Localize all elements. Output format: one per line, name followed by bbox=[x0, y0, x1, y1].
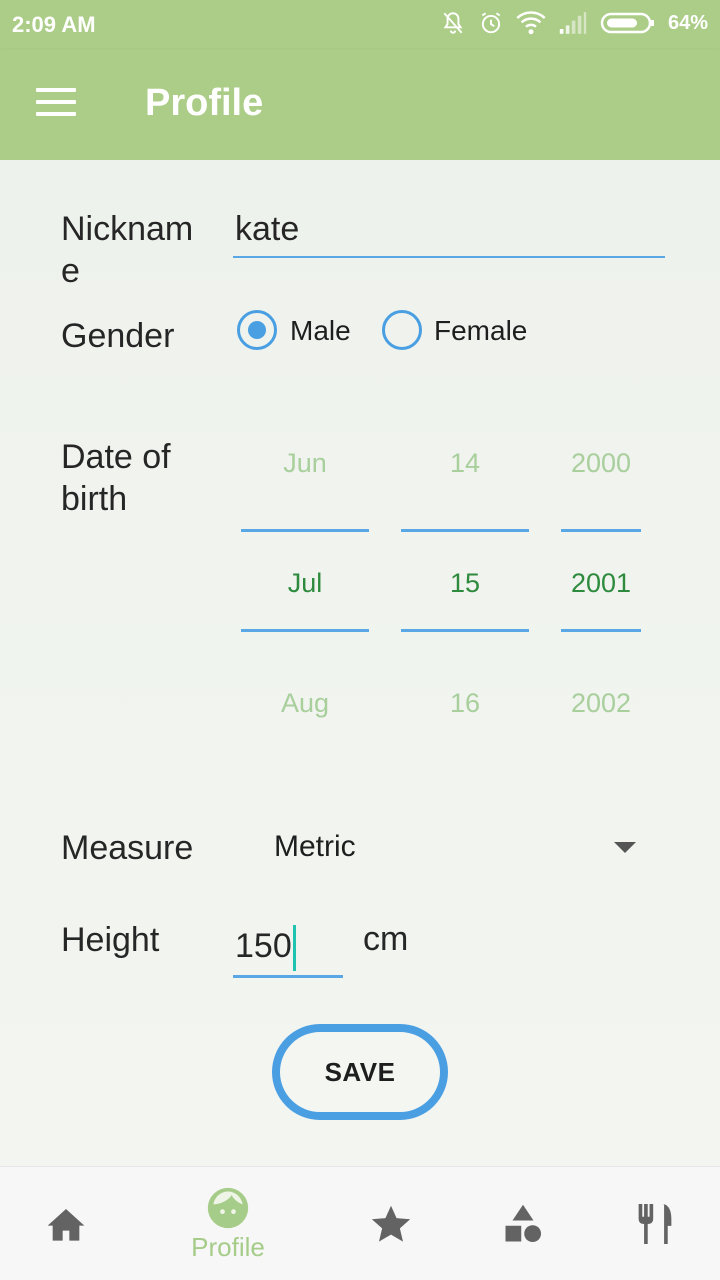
day-divider-top bbox=[401, 529, 529, 532]
measure-dropdown[interactable]: Metric bbox=[274, 830, 356, 864]
gender-male-label[interactable]: Male bbox=[290, 315, 351, 347]
day-selected[interactable]: 15 bbox=[401, 568, 529, 599]
save-button[interactable]: SAVE bbox=[272, 1024, 448, 1120]
day-picker[interactable]: 14 15 16 bbox=[401, 430, 529, 720]
fork-knife-icon bbox=[638, 1204, 672, 1244]
menu-icon[interactable] bbox=[36, 88, 76, 120]
gender-female-label[interactable]: Female bbox=[434, 315, 527, 347]
year-prev[interactable]: 2000 bbox=[561, 448, 641, 479]
gender-female-radio[interactable] bbox=[382, 310, 422, 350]
app-bar: Profile bbox=[0, 50, 720, 160]
dob-label: Date of birth bbox=[61, 438, 171, 518]
profile-form: Nicknam e kate Gender Male Female Date o… bbox=[0, 160, 720, 1166]
bottom-navigation: Profile bbox=[0, 1166, 720, 1280]
status-time: 2:09 AM bbox=[12, 12, 96, 37]
battery-icon bbox=[600, 12, 654, 34]
star-icon bbox=[371, 1205, 411, 1242]
height-unit: cm bbox=[363, 920, 409, 958]
status-bar: 2:09 AM 64% bbox=[0, 0, 720, 50]
height-field[interactable]: 150 bbox=[233, 916, 343, 978]
month-picker[interactable]: Jun Jul Aug bbox=[241, 430, 369, 720]
signal-icon bbox=[559, 12, 587, 34]
dropdown-arrow-icon[interactable] bbox=[614, 842, 636, 853]
page-title: Profile bbox=[145, 82, 264, 124]
nav-profile-label: Profile bbox=[191, 1231, 265, 1262]
gender-male-radio[interactable] bbox=[237, 310, 277, 350]
month-selected[interactable]: Jul bbox=[241, 568, 369, 599]
day-next[interactable]: 16 bbox=[401, 688, 529, 719]
text-cursor bbox=[292, 925, 296, 972]
year-picker[interactable]: 2000 2001 2002 bbox=[561, 430, 641, 720]
year-next[interactable]: 2002 bbox=[561, 688, 641, 719]
month-divider-top bbox=[241, 529, 369, 532]
year-divider-top bbox=[561, 529, 641, 532]
nickname-label: Nicknam e bbox=[61, 210, 194, 290]
measure-label: Measure bbox=[61, 829, 194, 867]
year-selected[interactable]: 2001 bbox=[561, 568, 641, 599]
profile-face-icon bbox=[207, 1187, 249, 1228]
nav-categories[interactable] bbox=[478, 1167, 568, 1280]
nav-favorites[interactable] bbox=[346, 1167, 436, 1280]
height-label: Height bbox=[61, 921, 160, 959]
alarm-icon bbox=[481, 12, 501, 34]
day-prev[interactable]: 14 bbox=[401, 448, 529, 479]
day-divider-bottom bbox=[401, 629, 529, 632]
month-next[interactable]: Aug bbox=[241, 688, 369, 719]
year-divider-bottom bbox=[561, 629, 641, 632]
battery-percentage: 64% bbox=[667, 11, 708, 34]
gender-label: Gender bbox=[61, 317, 175, 355]
nav-home[interactable] bbox=[20, 1167, 112, 1280]
nav-profile[interactable]: Profile bbox=[170, 1167, 286, 1280]
home-icon bbox=[47, 1209, 85, 1241]
wifi-icon bbox=[516, 11, 546, 35]
notifications-off-icon bbox=[443, 12, 463, 34]
status-icons: 64% bbox=[440, 10, 708, 36]
shapes-icon bbox=[505, 1204, 542, 1243]
height-value: 150 bbox=[235, 927, 292, 965]
nav-food[interactable] bbox=[610, 1167, 700, 1280]
month-prev[interactable]: Jun bbox=[241, 448, 369, 479]
nickname-field[interactable]: kate bbox=[233, 208, 665, 258]
month-divider-bottom bbox=[241, 629, 369, 632]
